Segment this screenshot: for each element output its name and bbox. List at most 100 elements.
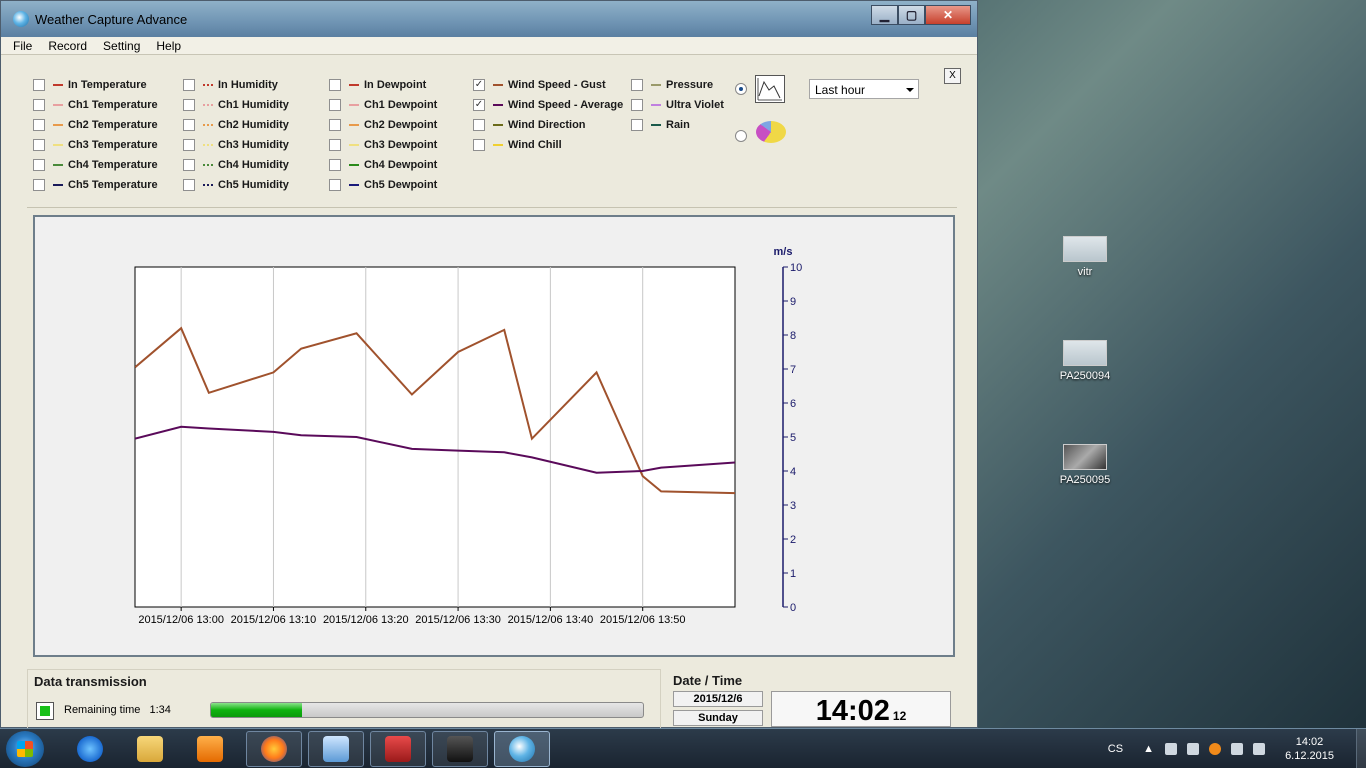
close-options-button[interactable]: X [944, 68, 961, 84]
date-value: 2015/12/6 [673, 691, 763, 707]
device-icon [447, 736, 473, 762]
action-center-flag-icon[interactable] [1231, 743, 1244, 755]
series-checkbox[interactable] [33, 159, 45, 171]
series-option[interactable]: Ch3 Humidity [183, 135, 289, 155]
series-option[interactable]: In Dewpoint [329, 75, 437, 95]
series-checkbox[interactable] [33, 139, 45, 151]
line-chart-radio[interactable] [735, 83, 747, 95]
series-option[interactable]: Ch2 Temperature [33, 115, 158, 135]
taskbar-firefox[interactable] [246, 731, 302, 767]
series-option[interactable]: Ch4 Humidity [183, 155, 289, 175]
series-option[interactable]: Ch4 Dewpoint [329, 155, 437, 175]
series-checkbox[interactable] [33, 99, 45, 111]
show-hidden-icons-icon[interactable]: ▲ [1143, 743, 1155, 755]
series-option[interactable]: Ch4 Temperature [33, 155, 158, 175]
maximize-button[interactable]: ▢ [898, 5, 925, 25]
desktop-icon-pa250094[interactable]: PA250094 [1050, 340, 1120, 382]
menu-help[interactable]: Help [156, 39, 181, 53]
taskbar-clock[interactable]: 14:02 6.12.2015 [1285, 735, 1334, 763]
menu-file[interactable]: File [13, 39, 32, 53]
series-checkbox[interactable] [183, 139, 195, 151]
taskbar-media-player[interactable] [182, 731, 238, 767]
desktop-icon-label: PA250094 [1059, 370, 1111, 382]
series-checkbox[interactable] [183, 179, 195, 191]
language-indicator[interactable]: CS [1108, 743, 1123, 755]
series-option[interactable]: Ch1 Humidity [183, 95, 289, 115]
series-option-label: Ch2 Humidity [218, 119, 289, 131]
series-option[interactable]: Ch5 Dewpoint [329, 175, 437, 195]
series-checkbox[interactable] [183, 79, 195, 91]
series-option[interactable]: Ch1 Temperature [33, 95, 158, 115]
time-range-select[interactable]: Last hour [809, 79, 919, 99]
series-option[interactable]: Ch2 Dewpoint [329, 115, 437, 135]
series-option[interactable]: Wind Direction [473, 115, 623, 135]
taskbar-toolbox[interactable] [370, 731, 426, 767]
series-option[interactable]: Ch2 Humidity [183, 115, 289, 135]
taskbar-device[interactable] [432, 731, 488, 767]
series-option[interactable]: In Humidity [183, 75, 289, 95]
series-option[interactable]: Ch3 Temperature [33, 135, 158, 155]
taskbar: CS ▲ 14:02 6.12.2015 [0, 728, 1366, 768]
series-option-label: Ch2 Temperature [68, 119, 158, 131]
taskbar-ie[interactable] [62, 731, 118, 767]
date-time-title: Date / Time [673, 673, 743, 688]
series-option[interactable]: ✓ Wind Speed - Gust [473, 75, 623, 95]
series-checkbox[interactable] [183, 99, 195, 111]
taskbar-explorer[interactable] [122, 731, 178, 767]
series-checkbox[interactable] [33, 119, 45, 131]
divider [27, 207, 957, 208]
remaining-time-value: 1:34 [149, 704, 171, 716]
series-checkbox[interactable] [33, 179, 45, 191]
network-icon[interactable] [1165, 743, 1178, 755]
series-checkbox[interactable] [631, 79, 643, 91]
series-option[interactable]: Rain [631, 115, 724, 135]
series-option[interactable]: Pressure [631, 75, 724, 95]
series-option[interactable]: Wind Chill [473, 135, 623, 155]
series-checkbox[interactable] [329, 119, 341, 131]
line-swatch-icon [349, 124, 359, 126]
series-checkbox[interactable] [183, 119, 195, 131]
series-option[interactable]: Ch3 Dewpoint [329, 135, 437, 155]
pie-chart-radio[interactable] [735, 130, 747, 142]
desktop-icon-vitr[interactable]: vitr [1050, 236, 1120, 278]
battery-icon[interactable] [1187, 743, 1200, 755]
line-swatch-icon [203, 104, 213, 106]
series-checkbox[interactable]: ✓ [473, 79, 485, 91]
start-button[interactable] [6, 731, 44, 767]
series-option[interactable]: In Temperature [33, 75, 158, 95]
series-checkbox[interactable] [631, 119, 643, 131]
series-checkbox[interactable] [329, 139, 341, 151]
volume-icon[interactable] [1253, 743, 1266, 755]
series-checkbox[interactable] [183, 159, 195, 171]
avast-icon[interactable] [1209, 743, 1222, 755]
taskbar-weather-capture[interactable] [494, 731, 550, 767]
series-checkbox[interactable] [33, 79, 45, 91]
series-option[interactable]: Ch1 Dewpoint [329, 95, 437, 115]
desktop-icon-pa250095[interactable]: PA250095 [1050, 444, 1120, 486]
taskbar-control-panel[interactable] [308, 731, 364, 767]
menu-record[interactable]: Record [48, 39, 87, 53]
title-bar[interactable]: Weather Capture Advance ▁ ▢ ✕ [1, 1, 977, 37]
line-swatch-icon [53, 164, 63, 166]
series-option[interactable]: Ultra Violet [631, 95, 724, 115]
series-checkbox[interactable] [329, 179, 341, 191]
menu-setting[interactable]: Setting [103, 39, 140, 53]
series-checkbox[interactable] [329, 99, 341, 111]
x-tick-label: 2015/12/06 13:10 [231, 614, 317, 626]
clock-seconds: 12 [892, 709, 907, 723]
file-thumbnail-icon [1063, 236, 1107, 262]
series-option[interactable]: ✓ Wind Speed - Average [473, 95, 623, 115]
series-option[interactable]: Ch5 Humidity [183, 175, 289, 195]
series-checkbox[interactable] [631, 99, 643, 111]
line-chart-icon[interactable] [755, 75, 785, 103]
pie-chart-icon[interactable] [756, 121, 786, 143]
series-checkbox[interactable]: ✓ [473, 99, 485, 111]
show-desktop-button[interactable] [1356, 729, 1366, 768]
series-checkbox[interactable] [473, 139, 485, 151]
series-checkbox[interactable] [329, 79, 341, 91]
minimize-button[interactable]: ▁ [871, 5, 898, 25]
series-option[interactable]: Ch5 Temperature [33, 175, 158, 195]
series-checkbox[interactable] [473, 119, 485, 131]
close-window-button[interactable]: ✕ [925, 5, 971, 25]
series-checkbox[interactable] [329, 159, 341, 171]
